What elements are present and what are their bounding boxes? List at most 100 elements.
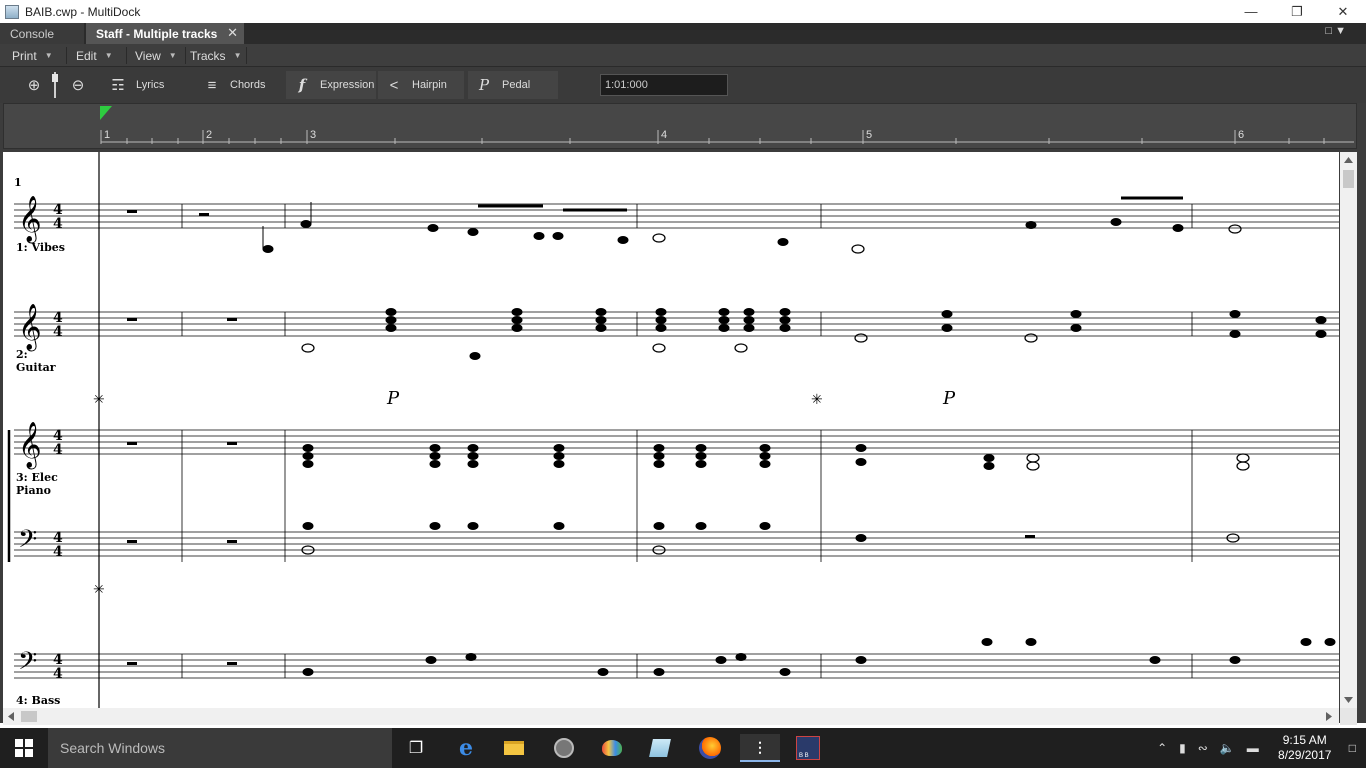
battery-icon[interactable]: ▮ (1179, 741, 1186, 755)
treble-clef-icon: 𝄞 (18, 196, 42, 244)
track-name-bass: 4: Bass (16, 694, 60, 707)
hairpin-button[interactable]: < Hairpin (378, 71, 464, 99)
pedal-down-icon: P (942, 388, 956, 409)
pedal-down-icon: P (386, 388, 400, 409)
folder-icon (504, 741, 524, 755)
task-view-button[interactable]: ❐ (396, 734, 436, 762)
chevron-down-icon: ▼ (168, 51, 177, 60)
time-signature-bottom: 4 (53, 666, 63, 682)
chevron-down-icon: ▼ (104, 51, 113, 60)
chevron-up-icon[interactable]: ⌃ (1157, 741, 1167, 755)
tab-console[interactable]: Console (0, 23, 84, 44)
firefox-button[interactable] (690, 734, 730, 762)
score-canvas[interactable]: 1 𝄞 4 4 1: Vibes 𝄞 4 4 2: Guitar ✳ P ✳ P… (3, 152, 1339, 708)
pedal-label: Pedal (502, 79, 531, 91)
zoom-out-icon: ⊖ (71, 77, 85, 94)
menu-print[interactable]: Print ▼ (4, 44, 66, 67)
ruler-measure-2: 2 (206, 129, 213, 141)
notifications-icon[interactable]: □ (1349, 741, 1356, 755)
edge-icon: e (459, 735, 473, 761)
vertical-scrollbar-graphic (1343, 157, 1354, 703)
pedal-release-icon: ✳ (93, 582, 105, 598)
taskbar-search-box[interactable]: Search Windows (48, 728, 392, 768)
windows-taskbar: Search Windows ❐ e ⋮ B B ⌃ ▮ ∾ 🔈 ▬ 9:15 … (0, 728, 1366, 768)
bass-clef-icon: 𝄢 (18, 647, 37, 682)
volume-icon[interactable]: 🔈 (1220, 741, 1235, 755)
hairpin-label: Hairpin (412, 79, 447, 91)
taskbar-clock[interactable]: 9:15 AM 8/29/2017 (1265, 733, 1345, 763)
track-name-guitar: Guitar (16, 361, 56, 374)
app-window: BAIB.cwp - MultiDock — ❐ ✕ Console Staff… (0, 0, 1366, 768)
chords-icon: ≡ (207, 76, 217, 94)
clock-time: 9:15 AM (1282, 733, 1327, 747)
dock-tab-bar: Console Staff - Multiple tracks ✕ □ ▼ (0, 23, 1366, 44)
score-frame: 1 𝄞 4 4 1: Vibes 𝄞 4 4 2: Guitar ✳ P ✳ P… (0, 149, 1366, 723)
restore-icon: ❐ (1291, 3, 1303, 19)
pedal-release-icon: ✳ (93, 392, 105, 408)
ruler-measure-6: 6 (1238, 129, 1245, 141)
band-in-a-box-icon: B B (796, 736, 820, 760)
time-ruler[interactable]: 1 2 3 4 5 6 (3, 103, 1357, 149)
zoom-in-button[interactable]: ⊕ (20, 71, 50, 99)
tab-staff[interactable]: Staff - Multiple tracks ✕ (86, 23, 244, 44)
tab-console-label: Console (10, 26, 55, 41)
cakewalk-button[interactable]: ⋮ (740, 734, 780, 762)
now-time-display[interactable]: 1:01:000 (600, 74, 728, 96)
menu-tracks[interactable]: Tracks ▼ (182, 44, 246, 67)
horizontal-scrollbar[interactable] (3, 708, 1339, 725)
minimize-button[interactable]: — (1228, 0, 1274, 23)
dock-menu-icon[interactable]: □ ▼ (1325, 25, 1346, 37)
chords-button[interactable]: ≡ Chords (196, 71, 280, 99)
staff-bass (14, 653, 1339, 679)
lyrics-icon: ☶ (111, 77, 125, 94)
app-button-1[interactable] (544, 734, 584, 762)
lyrics-button[interactable]: ☶ Lyrics (102, 71, 186, 99)
menu-view[interactable]: View ▼ (127, 44, 185, 67)
start-button[interactable] (0, 728, 48, 768)
wifi-icon[interactable]: ∾ (1198, 741, 1208, 755)
notes-app-icon (649, 739, 671, 757)
staff-elec-piano-bass (14, 531, 1339, 557)
menu-print-label: Print (12, 48, 37, 63)
window-controls: — ❐ ✕ (1228, 0, 1366, 23)
track-name-vibes: 1: Vibes (16, 241, 65, 254)
firefox-icon (699, 737, 721, 759)
menu-edit[interactable]: Edit ▼ (68, 44, 126, 67)
restore-button[interactable]: ❐ (1274, 0, 1320, 23)
view-menu-bar: Print ▼ Edit ▼ View ▼ Tracks ▼ (0, 44, 1366, 67)
tab-staff-label: Staff - Multiple tracks (96, 26, 218, 41)
zoom-in-icon: ⊕ (27, 77, 41, 94)
expression-label: Expression (320, 79, 375, 91)
staff-vibes (14, 203, 1339, 229)
ruler-ticks (100, 106, 1354, 144)
ruler-measure-1: 1 (104, 129, 111, 141)
menu-tracks-label: Tracks (190, 48, 226, 63)
playhead-marker[interactable] (100, 106, 112, 120)
chevron-down-icon: ▼ (233, 51, 242, 60)
time-signature-bottom: 4 (53, 324, 63, 340)
track-name-elec-piano-line1: 3: Elec (16, 471, 58, 484)
input-method-icon[interactable]: ▬ (1247, 741, 1259, 755)
bb-button[interactable]: B B (788, 734, 828, 762)
time-signature-bottom: 4 (53, 216, 63, 232)
close-button[interactable]: ✕ (1320, 0, 1366, 23)
menu-view-label: View (135, 48, 161, 63)
expression-button[interactable]: f Expression (286, 71, 376, 99)
bb-label: B B (799, 753, 809, 759)
paint-button[interactable] (592, 734, 632, 762)
pedal-release-icon: ✳ (811, 392, 823, 408)
vertical-scrollbar[interactable] (1340, 152, 1357, 708)
pedal-button[interactable]: P Pedal (468, 71, 558, 99)
windows-logo-icon (15, 739, 33, 757)
round-app-icon (554, 738, 574, 758)
tab-close-icon[interactable]: ✕ (227, 25, 238, 41)
bass-clef-icon: 𝄢 (18, 525, 37, 560)
zoom-slider[interactable] (52, 72, 58, 98)
expression-icon: f (298, 76, 306, 94)
notes-bass (127, 638, 1336, 676)
app-button-2[interactable] (640, 734, 680, 762)
palette-icon (602, 740, 622, 756)
zoom-out-button[interactable]: ⊖ (64, 71, 94, 99)
file-explorer-button[interactable] (494, 734, 534, 762)
edge-button[interactable]: e (446, 734, 486, 762)
